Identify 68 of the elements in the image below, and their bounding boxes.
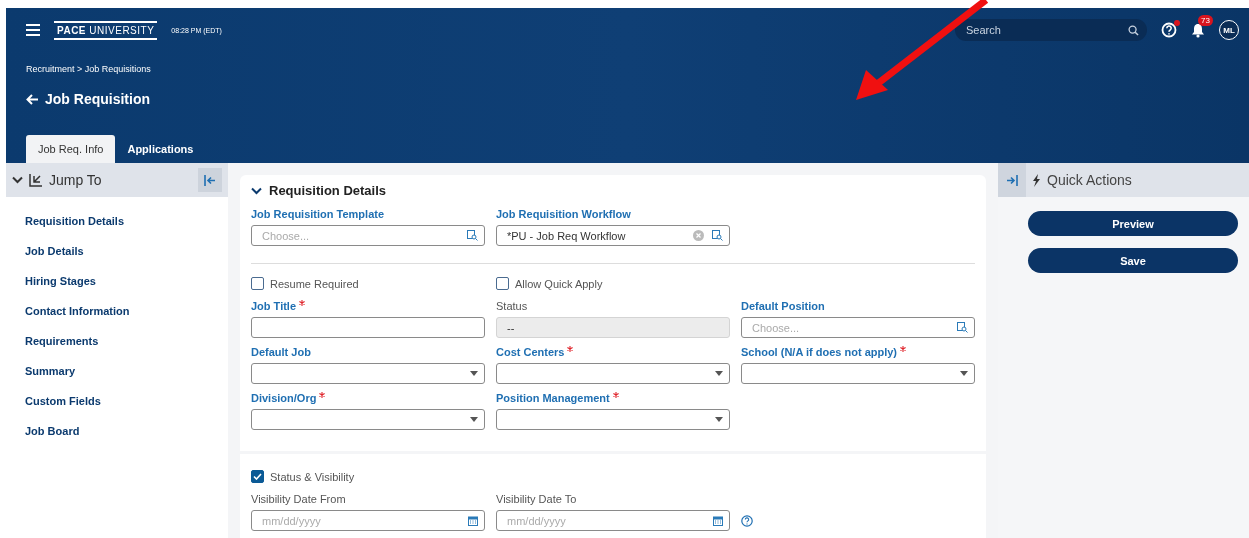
dropdown-caret-icon[interactable] [470, 417, 478, 422]
expand-right-icon [1006, 174, 1018, 186]
field-label: Job Title [251, 299, 485, 314]
sidebar-link[interactable]: Requisition Details [25, 213, 228, 229]
jump-icon [29, 173, 43, 187]
calendar-icon[interactable] [468, 515, 478, 526]
chevron-down-icon[interactable] [12, 176, 23, 184]
expand-button[interactable] [998, 163, 1026, 197]
action-button[interactable]: Save [1028, 248, 1238, 273]
field-label: Visibility Date From [251, 492, 347, 507]
checkbox-label: Status & Visibility [270, 470, 355, 483]
sidebar-link[interactable]: Job Details [25, 243, 228, 259]
section-title: Requisition Details [269, 183, 387, 198]
field-label: Job Requisition Workflow [496, 207, 632, 222]
collapse-button[interactable] [198, 168, 222, 192]
page-title: Job Requisition [45, 91, 150, 107]
dropdown-caret-icon[interactable] [715, 417, 723, 422]
chevron-down-icon[interactable] [251, 186, 262, 195]
notification-badge: 73 [1198, 14, 1213, 26]
field-label: Default Job [251, 345, 312, 360]
dropdown-caret-icon[interactable] [960, 371, 968, 376]
field-label: Visibility Date To [496, 492, 578, 507]
input-field[interactable]: *PU - Job Req Workflow [496, 225, 730, 246]
lookup-icon[interactable] [957, 322, 968, 333]
field-label: Position Management [496, 391, 730, 406]
field-label: Cost Centers [496, 345, 730, 360]
field-label: School (N/A if does not apply) [741, 345, 975, 360]
dropdown-caret-icon[interactable] [715, 371, 723, 376]
field-label: Default Position [741, 299, 826, 314]
bell-icon[interactable] [1191, 22, 1205, 38]
dropdown-field[interactable] [496, 363, 730, 384]
dropdown-caret-icon[interactable] [470, 371, 478, 376]
field-label: Division/Org [251, 391, 485, 406]
dropdown-field[interactable] [496, 409, 730, 430]
checkbox[interactable] [496, 277, 509, 290]
search-field[interactable]: Search [955, 19, 1147, 41]
search-icon [1128, 24, 1139, 36]
tab[interactable]: Job Req. Info [26, 135, 116, 163]
tab[interactable]: Applications [115, 135, 206, 163]
dropdown-field[interactable] [251, 363, 485, 384]
sidebar-link[interactable]: Contact Information [25, 303, 228, 319]
input-field[interactable] [251, 317, 485, 338]
back-arrow-icon[interactable] [26, 93, 39, 105]
panel-title: Quick Actions [1047, 172, 1132, 188]
sidebar-title: Jump To [49, 172, 102, 188]
sidebar-link[interactable]: Requirements [25, 333, 228, 349]
calendar-icon[interactable] [713, 515, 723, 526]
lookup-icon[interactable] [712, 230, 723, 241]
checkbox-label: Allow Quick Apply [515, 277, 603, 290]
lookup-icon[interactable] [467, 230, 478, 241]
dropdown-field[interactable] [251, 409, 485, 430]
action-button[interactable]: Preview [1028, 211, 1238, 236]
university-logo[interactable]: PACE UNIVERSITY [54, 20, 158, 40]
breadcrumb: Recruitment > Job Requisitions [26, 64, 152, 74]
user-avatar[interactable]: ML [1219, 20, 1239, 40]
collapse-left-icon [204, 174, 216, 186]
checkbox[interactable] [251, 470, 264, 483]
sidebar-link[interactable]: Hiring Stages [25, 273, 228, 289]
checkbox-label: Resume Required [270, 277, 359, 290]
sidebar-link[interactable]: Custom Fields [25, 393, 228, 409]
field-label: Status [496, 299, 529, 314]
dropdown-field[interactable] [741, 363, 975, 384]
sidebar-link[interactable]: Summary [25, 363, 228, 379]
sidebar-link[interactable]: Job Board [25, 423, 228, 439]
checkbox[interactable] [251, 277, 264, 290]
menu-icon[interactable] [26, 24, 40, 36]
lightning-icon [1032, 173, 1041, 187]
field-label: Job Requisition Template [251, 207, 386, 222]
